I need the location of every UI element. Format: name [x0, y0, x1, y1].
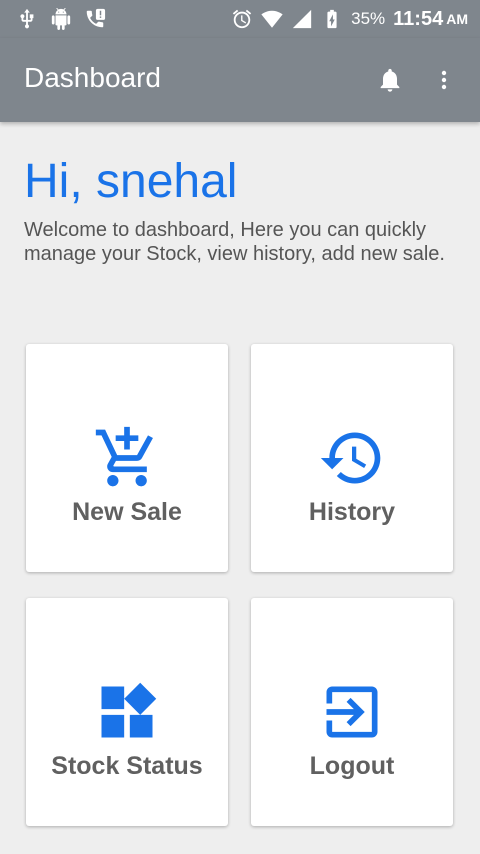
new-sale-tile[interactable]: New Sale [26, 344, 228, 572]
history-label: History [308, 498, 396, 526]
add-shopping-cart-icon [95, 426, 153, 487]
signal-icon [292, 9, 312, 29]
android-icon [51, 8, 71, 30]
status-bar: 35% 11:54 AM [0, 0, 480, 38]
logout-label: Logout [309, 752, 395, 780]
app-bar: Dashboard [0, 38, 480, 122]
alarm-icon [232, 9, 252, 29]
more-vert-icon[interactable] [432, 66, 456, 94]
stock-status-label: Stock Status [51, 752, 203, 780]
notifications-icon[interactable] [376, 64, 404, 96]
usb-icon [20, 8, 34, 29]
notification-icons [16, 6, 106, 32]
missed-call-icon [86, 8, 106, 28]
history-icon [320, 432, 381, 484]
history-tile[interactable]: History [251, 344, 453, 572]
exit-to-app-icon [326, 686, 378, 738]
logout-tile[interactable]: Logout [251, 598, 453, 826]
stock-status-tile[interactable]: Stock Status [26, 598, 228, 826]
clock-ampm: AM [446, 11, 468, 27]
welcome-text: Welcome to dashboard, Here you can quick… [24, 219, 445, 265]
page-title: Dashboard [24, 62, 161, 93]
clock: 11:54 [393, 7, 444, 30]
new-sale-label: New Sale [72, 498, 182, 526]
greeting-heading: Hi, snehal [24, 155, 238, 208]
widgets-icon [101, 682, 157, 738]
wifi-icon [261, 10, 283, 28]
system-icons: 35% 11:54 AM [231, 6, 468, 32]
battery-charging-icon [327, 9, 337, 29]
battery-percent: 35% [351, 9, 386, 28]
